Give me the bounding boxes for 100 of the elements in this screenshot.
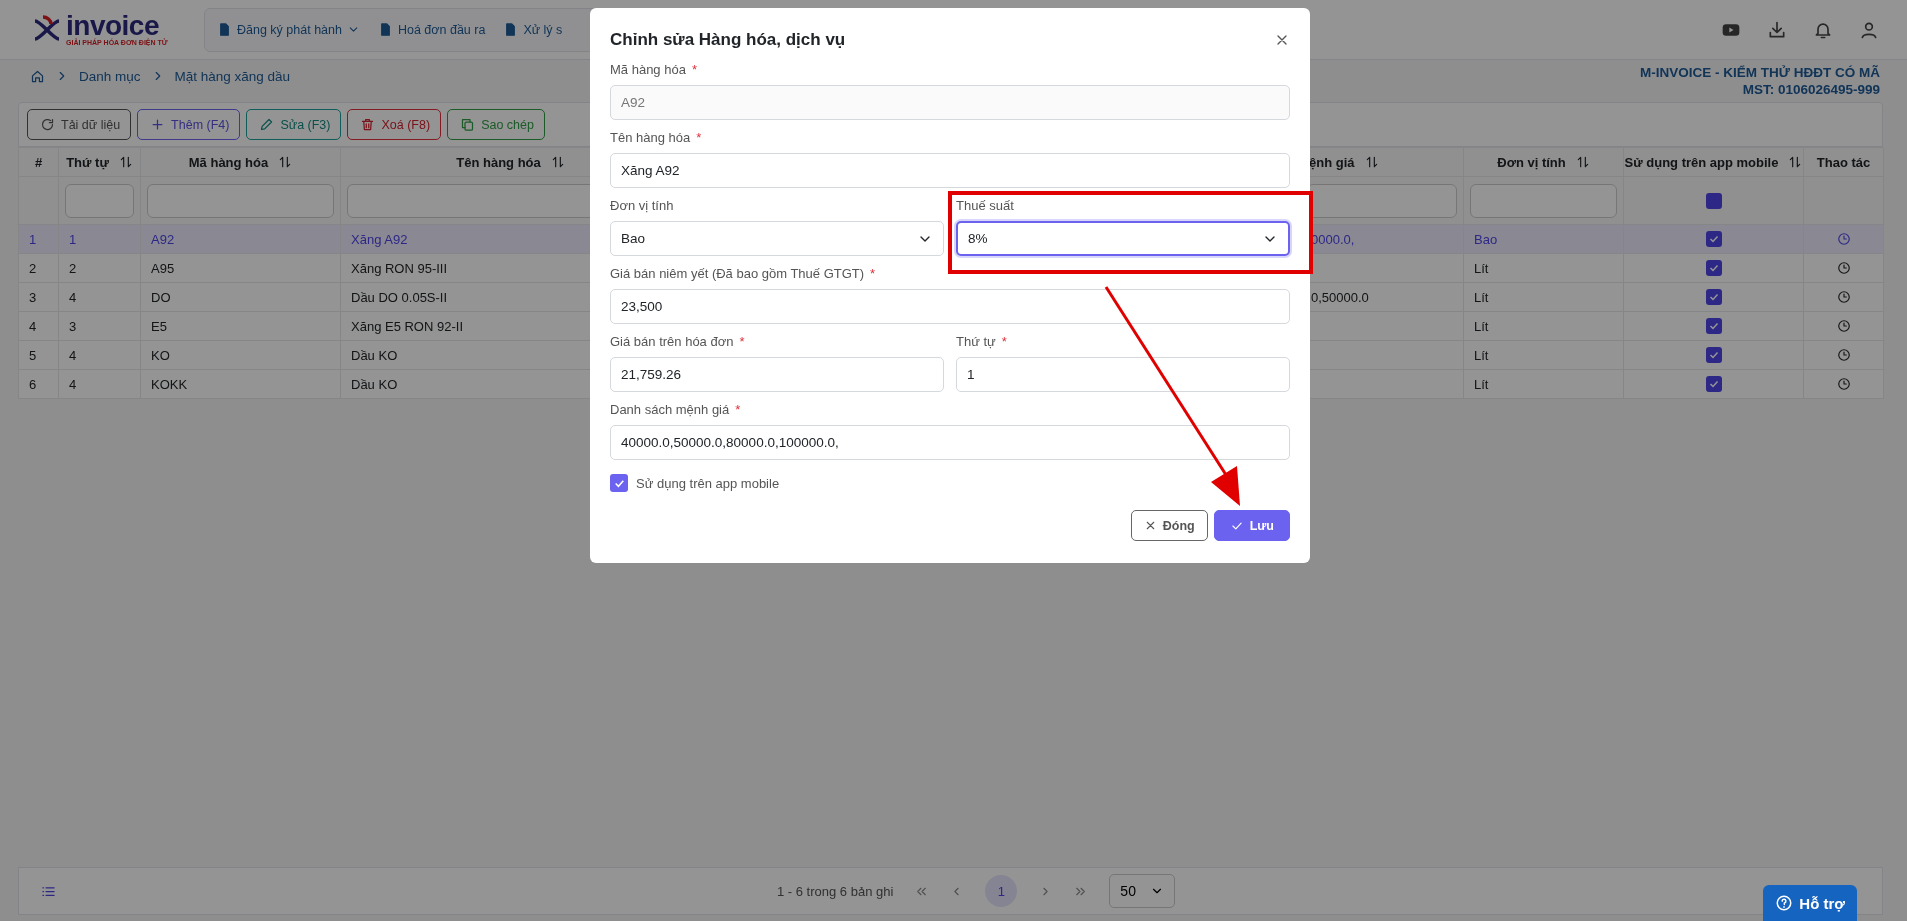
page-size-select[interactable]: 50: [1109, 874, 1175, 908]
table-cell: Xăng A92: [351, 231, 408, 247]
table-cell: Dầu DO 0.05S-II: [351, 289, 448, 305]
filter-field[interactable]: [147, 183, 334, 218]
table-cell: Bao: [1474, 231, 1498, 247]
checkbox[interactable]: [1705, 260, 1722, 276]
table-cell: 6: [29, 376, 37, 392]
table-cell: Dầu KO: [351, 376, 398, 392]
filter-checkbox[interactable]: [1705, 192, 1722, 209]
column-header: Thao tác: [1816, 154, 1871, 170]
company-name: M-INVOICE - KIỂM THỬ HĐĐT CÓ MÃ: [1640, 64, 1880, 81]
toolbar-button[interactable]: Tải dữ liệu: [27, 109, 132, 140]
check-icon: [1707, 378, 1720, 390]
checkbox[interactable]: [1705, 347, 1722, 363]
nav-link[interactable]: Hoá đơn đầu ra: [397, 22, 486, 37]
text-field[interactable]: 1: [956, 357, 1290, 392]
field-label: Danh sách mệnh giá: [610, 402, 730, 417]
table-cell: Lít: [1474, 347, 1489, 363]
check-icon: [1707, 349, 1720, 361]
nav-link[interactable]: Đăng ký phát hành: [237, 22, 342, 37]
table-cell: 4: [69, 289, 77, 305]
help-button[interactable]: Hỗ trợ: [1763, 885, 1857, 921]
text-field[interactable]: Xăng A92: [610, 153, 1290, 188]
sort-icon: [1788, 155, 1803, 169]
table-cell: E5: [151, 318, 167, 334]
tax-id: MST: 0106026495-999: [1741, 81, 1880, 98]
column-header: Tên hàng hóa: [456, 154, 541, 170]
table-cell: 3: [29, 289, 37, 305]
record-summary: 1 - 6 trong 6 bản ghi: [777, 883, 894, 899]
help-icon: [1775, 894, 1794, 912]
filter-field[interactable]: [65, 183, 134, 218]
select-field[interactable]: 8%: [956, 221, 1290, 256]
document-icon: [217, 22, 232, 37]
table-cell: 3: [69, 318, 77, 334]
pencil-icon: [259, 117, 275, 132]
logo-text: invoice: [66, 13, 159, 39]
checkbox[interactable]: [1705, 318, 1722, 334]
clock-icon: [1836, 377, 1851, 391]
table-cell: 2: [29, 260, 37, 276]
close-button[interactable]: Đóng: [1130, 510, 1208, 541]
table-cell: Lít: [1474, 376, 1489, 392]
select-field[interactable]: Bao: [610, 221, 944, 256]
clock-icon: [1836, 232, 1851, 246]
check-icon: [1707, 291, 1720, 303]
text-field[interactable]: 21,759.26: [610, 357, 944, 392]
table-cell: 4: [69, 376, 77, 392]
breadcrumb-link[interactable]: Mặt hàng xăng dầu: [174, 68, 291, 84]
table-cell: Lít: [1474, 260, 1489, 276]
filter-field[interactable]: [1470, 183, 1617, 218]
table-cell: KOKK: [151, 376, 188, 392]
checkbox[interactable]: [1705, 289, 1722, 305]
field-label: Tên hàng hóa: [610, 130, 691, 145]
toolbar-button[interactable]: Sao chép: [447, 109, 545, 140]
plus-icon: [150, 117, 166, 132]
column-header: ệnh giá: [1309, 154, 1355, 170]
sort-icon: [1575, 155, 1590, 169]
page-button[interactable]: 1: [985, 875, 1018, 907]
breadcrumb-link[interactable]: Danh mục: [79, 68, 141, 84]
required-mark: *: [696, 130, 702, 145]
table-cell: Xăng E5 RON 92-II: [351, 318, 463, 334]
sort-icon: [278, 155, 293, 169]
table-cell: 2: [69, 260, 77, 276]
check-icon: [1707, 320, 1720, 332]
filter-field[interactable]: [1307, 183, 1457, 218]
download-icon: [1767, 19, 1787, 40]
dialog-title: Chỉnh sửa Hàng hóa, dịch vụ: [610, 30, 846, 50]
field-label: Giá bán niêm yết (Đã bao gồm Thuế GTGT): [610, 266, 865, 281]
check-icon: [1707, 233, 1720, 245]
checkbox[interactable]: [1705, 231, 1722, 247]
home-icon: [30, 68, 45, 84]
field-label: Thuế suất: [956, 198, 1014, 213]
required-mark: *: [735, 402, 741, 417]
checkbox[interactable]: [1705, 376, 1722, 392]
reload-icon: [40, 117, 55, 132]
checkbox[interactable]: [610, 474, 628, 492]
toolbar-button[interactable]: Sửa (F3): [246, 109, 342, 140]
required-mark: *: [870, 266, 876, 281]
table-cell: DO: [151, 289, 171, 305]
toolbar-button[interactable]: Thêm (F4): [137, 109, 241, 140]
toolbar-button[interactable]: Xoá (F8): [347, 109, 442, 140]
field-label: Mã hàng hóa: [610, 62, 686, 77]
sort-icon: [118, 155, 133, 169]
clock-icon: [1836, 319, 1851, 333]
text-field[interactable]: 23,500: [610, 289, 1290, 324]
table-cell: A92: [151, 231, 175, 247]
required-mark: *: [1001, 334, 1007, 349]
table-cell: Xăng RON 95-III: [351, 260, 448, 276]
column-header: Sử dụng trên app mobile: [1624, 154, 1779, 170]
table-cell: 4: [69, 347, 77, 363]
table-cell: 5: [29, 347, 37, 363]
save-button[interactable]: Lưu: [1213, 510, 1290, 541]
clock-icon: [1836, 261, 1851, 275]
column-header: #: [34, 154, 43, 170]
table-cell: 1: [29, 231, 37, 247]
table-cell: 1: [69, 231, 77, 247]
text-field[interactable]: 40000.0,50000.0,80000.0,100000.0,: [610, 425, 1290, 460]
nav-link[interactable]: Xử lý s: [523, 22, 563, 37]
clock-icon: [1836, 290, 1851, 304]
sort-icon: [550, 155, 565, 169]
table-cell: 0,50000.0: [1311, 289, 1369, 305]
